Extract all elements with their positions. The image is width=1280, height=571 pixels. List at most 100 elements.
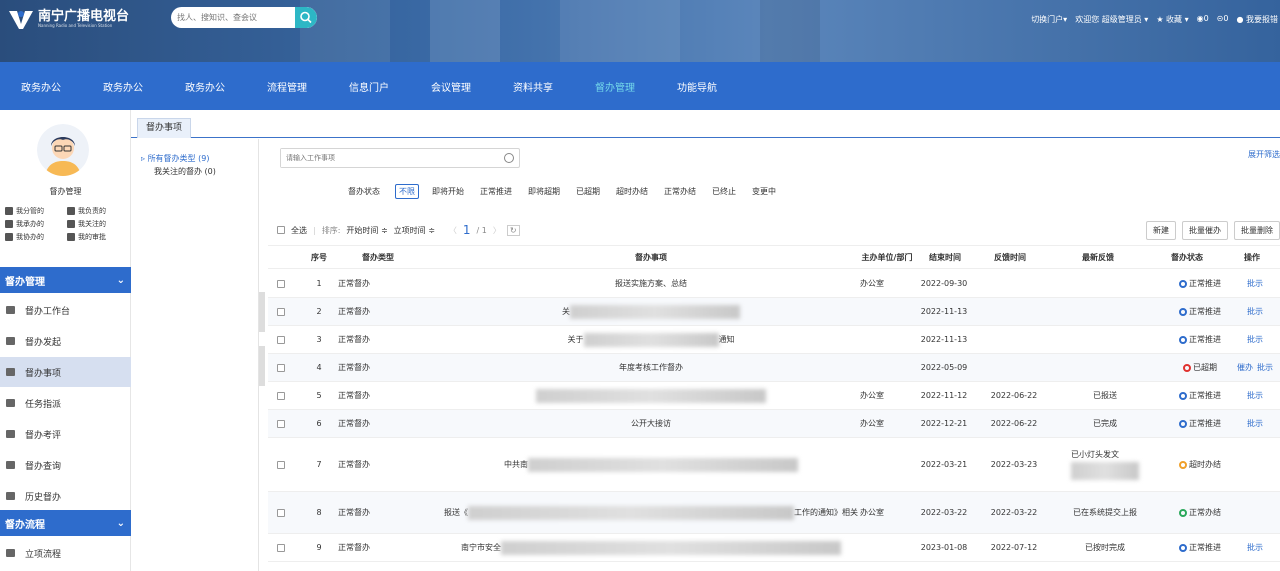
search-icon[interactable] <box>504 153 514 163</box>
sidebar-item[interactable]: 督办考评 <box>0 419 131 449</box>
message-counter[interactable]: ◉0 <box>1197 14 1209 25</box>
supervision-item[interactable]: 南宁市安全 <box>444 534 858 561</box>
nav-item[interactable]: 资料共享 <box>492 79 574 94</box>
logo[interactable]: 南宁广播电视台 Nanning Radio and Television Sta… <box>8 8 129 30</box>
nav-item[interactable]: 功能导航 <box>656 79 738 94</box>
supervision-item[interactable]: 报送实施方案、总结 <box>444 270 858 297</box>
filter-option[interactable]: 已超期 <box>573 185 603 198</box>
main-nav: 政务办公 政务办公 政务办公 流程管理 信息门户 会议管理 资料共享 督办管理 功能导航 <box>0 62 1280 110</box>
quick-link[interactable]: 我关注的 <box>67 219 129 229</box>
switch-portal-menu[interactable]: 切换门户▾ <box>1031 14 1067 25</box>
row-checkbox[interactable] <box>277 279 285 288</box>
select-all-checkbox[interactable] <box>277 226 285 234</box>
table-row[interactable]: 1 正常督办 报送实施方案、总结 办公室 2022-09-30 正常推进 批示 <box>268 270 1280 298</box>
row-checkbox[interactable] <box>277 508 285 517</box>
row-checkbox[interactable] <box>277 307 285 316</box>
sidebar-item[interactable]: 督办发起 <box>0 326 131 356</box>
row-action-link[interactable]: 批示 <box>1257 362 1273 373</box>
supervision-item[interactable] <box>444 382 858 409</box>
tree-item-followed[interactable]: 我关注的督办 (0) <box>141 166 258 179</box>
table-row[interactable]: 2 正常督办 关 2022-11-13 正常推进 批示 <box>268 298 1280 326</box>
table-row[interactable]: 6 正常督办 公开大接访 办公室 2022-12-21 2022-06-22 已完成 正常推进… <box>268 410 1280 438</box>
sidebar-item[interactable]: 督办事项 <box>0 357 131 387</box>
row-checkbox[interactable] <box>277 335 285 344</box>
table-row[interactable]: 5 正常督办 办公室 2022-11-12 2022-06-22 已报送 正常推进 批示 <box>268 382 1280 410</box>
quick-link[interactable]: 我负责的 <box>67 206 129 216</box>
expand-filter-link[interactable]: 展开筛选 <box>1248 149 1280 160</box>
row-action-link[interactable]: 批示 <box>1247 542 1263 553</box>
supervision-item[interactable]: 报送《 工作的通知》相关 <box>444 492 858 533</box>
nav-item[interactable]: 政务办公 <box>82 79 164 94</box>
supervision-item[interactable]: 公开大接访 <box>444 410 858 437</box>
sidebar-item[interactable]: 督办工作台 <box>0 295 131 325</box>
sort-create-time[interactable]: 立项时间 ≑ <box>394 225 435 236</box>
batch-delete-button[interactable]: 批量删除 <box>1234 220 1280 240</box>
row-action-link[interactable]: 催办 <box>1237 362 1253 373</box>
row-action-link[interactable]: 批示 <box>1247 334 1263 345</box>
refresh-icon[interactable]: ↻ <box>506 224 520 236</box>
new-button[interactable]: 新建 <box>1146 220 1176 240</box>
row-checkbox[interactable] <box>277 363 285 372</box>
sort-start-time[interactable]: 开始时间 ≑ <box>346 225 387 236</box>
table-row[interactable]: 9 正常督办 南宁市安全 2023-01-08 2022-07-12 已按时完成 正常推进 批… <box>268 534 1280 562</box>
table-row[interactable]: 8 正常督办 报送《 工作的通知》相关 办公室 2022-03-22 2022-03-22 已… <box>268 492 1280 534</box>
row-action-link[interactable]: 批示 <box>1247 278 1263 289</box>
table-row[interactable]: 3 正常督办 关于 通知 2022-11-13 正常推进 批示 <box>268 326 1280 354</box>
supervision-item[interactable]: 关于 通知 <box>444 326 858 353</box>
favorites-menu[interactable]: ★ 收藏 ▾ <box>1156 14 1188 25</box>
table-row[interactable]: 7 正常督办 中共南 2022-03-21 2022-03-23 已小灯头发文 超时办结 <box>268 438 1280 492</box>
nav-item[interactable]: 政务办公 <box>164 79 246 94</box>
notice-counter[interactable]: ⊝0 <box>1217 14 1229 25</box>
filter-option[interactable]: 正常办结 <box>661 185 699 198</box>
menu-group-process[interactable]: 督办流程 ⌄ <box>0 510 131 536</box>
nav-item[interactable]: 督办管理 <box>574 79 656 94</box>
search-button[interactable] <box>295 7 317 28</box>
supervision-item[interactable]: 中共南 <box>444 438 858 491</box>
prev-page-icon[interactable]: 〈 <box>449 225 457 236</box>
sidebar-item[interactable]: 立项流程 <box>0 538 131 568</box>
quick-link[interactable]: 我承办的 <box>5 219 67 229</box>
row-checkbox[interactable] <box>277 543 285 552</box>
filter-option[interactable]: 正常推进 <box>477 185 515 198</box>
row-checkbox-cell <box>277 382 294 409</box>
filter-option[interactable]: 不限 <box>395 184 419 199</box>
filter-option[interactable]: 即将开始 <box>429 185 467 198</box>
quick-link[interactable]: 我分管的 <box>5 206 67 216</box>
latest-feedback: 已完成 <box>1093 419 1117 428</box>
menu-group-supervision[interactable]: 督办管理 ⌄ <box>0 267 131 293</box>
item-search-input[interactable] <box>281 149 491 167</box>
global-search-input[interactable] <box>171 7 293 28</box>
nav-item[interactable]: 流程管理 <box>246 79 328 94</box>
row-checkbox[interactable] <box>277 419 285 428</box>
filter-option[interactable]: 已终止 <box>709 185 739 198</box>
supervision-item[interactable]: 关 <box>444 298 858 325</box>
supervision-item[interactable]: 年度考核工作督办 <box>444 354 858 381</box>
end-time: 2022-09-30 <box>920 279 968 288</box>
nav-item[interactable]: 会议管理 <box>410 79 492 94</box>
row-checkbox[interactable] <box>277 460 285 469</box>
quick-link[interactable]: 我协办的 <box>5 232 67 242</box>
batch-remind-button[interactable]: 批量催办 <box>1182 220 1228 240</box>
report-error-link[interactable]: ● 我要报错 <box>1236 14 1278 25</box>
collapse-handle[interactable] <box>259 292 265 332</box>
row-action-link[interactable]: 批示 <box>1247 418 1263 429</box>
nav-item[interactable]: 信息门户 <box>328 79 410 94</box>
filter-option[interactable]: 变更中 <box>749 185 779 198</box>
user-menu[interactable]: 超级管理员 ▾ <box>1102 15 1149 24</box>
filter-option[interactable]: 即将超期 <box>525 185 563 198</box>
row-checkbox[interactable] <box>277 391 285 400</box>
sidebar-item[interactable]: 任务指派 <box>0 388 131 418</box>
nav-item[interactable]: 政务办公 <box>0 79 82 94</box>
row-action-link[interactable]: 批示 <box>1247 390 1263 401</box>
sidebar-item[interactable]: 督办查询 <box>0 450 131 480</box>
table-row[interactable]: 4 正常督办 年度考核工作督办 2022-05-09 已超期 催办 批示 <box>268 354 1280 382</box>
tab-supervision-items[interactable]: 督办事项 <box>137 118 192 138</box>
quick-link[interactable]: 我的审批 <box>67 232 129 242</box>
next-page-icon[interactable]: 〉 <box>493 225 501 236</box>
tree-item-all-types[interactable]: ▹ 所有督办类型 (9) <box>141 153 258 166</box>
row-action-link[interactable]: 批示 <box>1247 306 1263 317</box>
quick-link-label: 我协办的 <box>16 233 44 241</box>
sidebar-item[interactable]: 历史督办 <box>0 481 131 511</box>
collapse-handle[interactable] <box>259 346 265 386</box>
filter-option[interactable]: 超时办结 <box>613 185 651 198</box>
